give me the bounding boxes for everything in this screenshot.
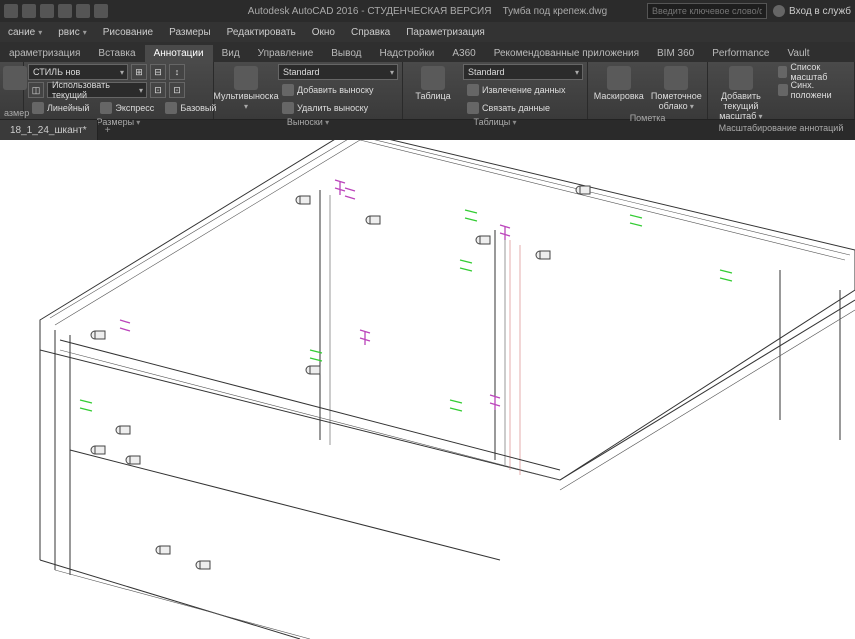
dim-layer-icon[interactable]: ◫ xyxy=(28,82,44,98)
tab-8[interactable]: Рекомендованные приложения xyxy=(485,45,648,62)
sync-scale-icon xyxy=(778,84,788,96)
qat-redo-icon[interactable] xyxy=(94,4,108,18)
panel-dimensions: СТИЛЬ нов ⊞ ⊟ ↕ ◫ Использовать текущий ⊡… xyxy=(24,62,214,119)
remove-leader-button[interactable]: Удалить выноску xyxy=(278,100,398,116)
menu-item-6[interactable]: Справка xyxy=(343,27,398,38)
dim-use-current-combo[interactable]: Использовать текущий xyxy=(47,82,147,98)
dim-style-combo[interactable]: СТИЛЬ нов xyxy=(28,64,128,80)
tab-6[interactable]: Надстройки xyxy=(371,45,444,62)
remove-leader-icon xyxy=(282,102,294,114)
menu-item-7[interactable]: Параметризация xyxy=(398,27,493,38)
table-icon xyxy=(421,66,445,90)
link-icon xyxy=(467,102,479,114)
tab-9[interactable]: BIM 360 xyxy=(648,45,703,62)
menu-item-0[interactable]: сание xyxy=(0,27,50,38)
tab-3[interactable]: Вид xyxy=(213,45,249,62)
panel-tables-title[interactable]: Таблицы xyxy=(407,116,583,128)
tab-0[interactable]: араметризация xyxy=(0,45,89,62)
tab-11[interactable]: Vault xyxy=(779,45,819,62)
drawing-viewport[interactable] xyxy=(0,140,855,639)
tab-annotations[interactable]: Аннотации xyxy=(145,45,213,62)
dim-tool-5[interactable]: ⊡ xyxy=(169,82,185,98)
qat-open-icon[interactable] xyxy=(40,4,54,18)
qat-new-icon[interactable] xyxy=(22,4,36,18)
app-icon[interactable] xyxy=(4,4,18,18)
base-dim-icon xyxy=(165,102,177,114)
dim-express-button[interactable]: Экспресс xyxy=(96,100,158,116)
panel-markup-title: Пометка xyxy=(592,112,703,124)
add-scale-icon xyxy=(729,66,753,90)
table-button[interactable]: Таблица xyxy=(407,64,459,102)
link-data-button[interactable]: Связать данные xyxy=(463,100,583,116)
dim-tool-2[interactable]: ⊟ xyxy=(150,64,166,80)
panel-dim-left-title: азмер xyxy=(4,107,19,119)
title-bar: Autodesk AutoCAD 2016 - СТУДЕНЧЕСКАЯ ВЕР… xyxy=(0,0,855,22)
ribbon: азмер СТИЛЬ нов ⊞ ⊟ ↕ ◫ Использовать тек… xyxy=(0,62,855,120)
revcloud-button[interactable]: Пометочное облако xyxy=(650,64,704,112)
panel-leaders-title[interactable]: Выноски xyxy=(218,116,398,128)
tab-1[interactable]: Вставка xyxy=(89,45,144,62)
table-style-combo[interactable]: Standard xyxy=(463,64,583,80)
scale-list-button[interactable]: Список масштаб xyxy=(774,64,850,80)
wipeout-icon xyxy=(607,66,631,90)
tab-5[interactable]: Вывод xyxy=(322,45,370,62)
menu-item-2[interactable]: Рисование xyxy=(95,27,161,38)
qat-save-icon[interactable] xyxy=(58,4,72,18)
multileader-button[interactable]: Мультивыноска xyxy=(218,64,274,112)
scale-list-icon xyxy=(778,66,788,78)
panel-tables: Таблица Standard Извлечение данных Связа… xyxy=(403,62,588,119)
panel-scale-title: Масштабирование аннотаций xyxy=(712,122,850,134)
tab-7[interactable]: A360 xyxy=(443,45,484,62)
title-text: Autodesk AutoCAD 2016 - СТУДЕНЧЕСКАЯ ВЕР… xyxy=(248,6,607,17)
panel-markup: Маскировка Пометочное облако Пометка xyxy=(588,62,708,119)
extract-icon xyxy=(467,84,479,96)
menu-item-4[interactable]: Редактировать xyxy=(219,27,304,38)
panel-dim-left: азмер xyxy=(0,62,24,119)
dim-linear-button[interactable]: Линейный xyxy=(28,100,93,116)
add-scale-button[interactable]: Добавить текущий масштаб xyxy=(712,64,770,122)
dim-tool-3[interactable]: ↕ xyxy=(169,64,185,80)
menu-item-1[interactable]: рвис xyxy=(50,27,94,38)
wipeout-button[interactable]: Маскировка xyxy=(592,64,646,102)
document-tab[interactable]: 18_1_24_шкант* xyxy=(0,120,98,140)
user-icon xyxy=(773,5,785,17)
leader-style-combo[interactable]: Standard xyxy=(278,64,398,80)
sign-in-button[interactable]: Вход в служб xyxy=(773,5,851,17)
dim-base-button[interactable]: Базовый xyxy=(161,100,220,116)
ribbon-tabs: араметризация Вставка Аннотации Вид Упра… xyxy=(0,42,855,62)
panel-leaders: Мультивыноска Standard Добавить выноску … xyxy=(214,62,403,119)
menu-bar: сание рвис Рисование Размеры Редактирова… xyxy=(0,22,855,42)
add-leader-icon xyxy=(282,84,294,96)
help-search-input[interactable] xyxy=(647,3,767,19)
sign-in-label: Вход в служб xyxy=(789,6,851,17)
file-name: Тумба под крепеж.dwg xyxy=(503,6,608,17)
qat-undo-icon[interactable] xyxy=(76,4,90,18)
quick-access-toolbar xyxy=(4,4,108,18)
menu-item-3[interactable]: Размеры xyxy=(161,27,219,38)
menu-item-5[interactable]: Окно xyxy=(304,27,343,38)
express-dim-icon xyxy=(100,102,112,114)
extract-data-button[interactable]: Извлечение данных xyxy=(463,82,583,98)
add-leader-button[interactable]: Добавить выноску xyxy=(278,82,398,98)
dim-tool-1[interactable]: ⊞ xyxy=(131,64,147,80)
revcloud-icon xyxy=(664,66,688,90)
dim-tool-4[interactable]: ⊡ xyxy=(150,82,166,98)
linear-dim-icon xyxy=(32,102,44,114)
multileader-icon xyxy=(234,66,258,90)
sync-scale-button[interactable]: Синх. положени xyxy=(774,82,850,98)
panel-scale: Добавить текущий масштаб Список масштаб … xyxy=(708,62,855,119)
tab-4[interactable]: Управление xyxy=(249,45,323,62)
tab-10[interactable]: Performance xyxy=(703,45,778,62)
new-tab-button[interactable]: + xyxy=(98,125,118,136)
app-name: Autodesk AutoCAD 2016 - СТУДЕНЧЕСКАЯ ВЕР… xyxy=(248,6,492,17)
